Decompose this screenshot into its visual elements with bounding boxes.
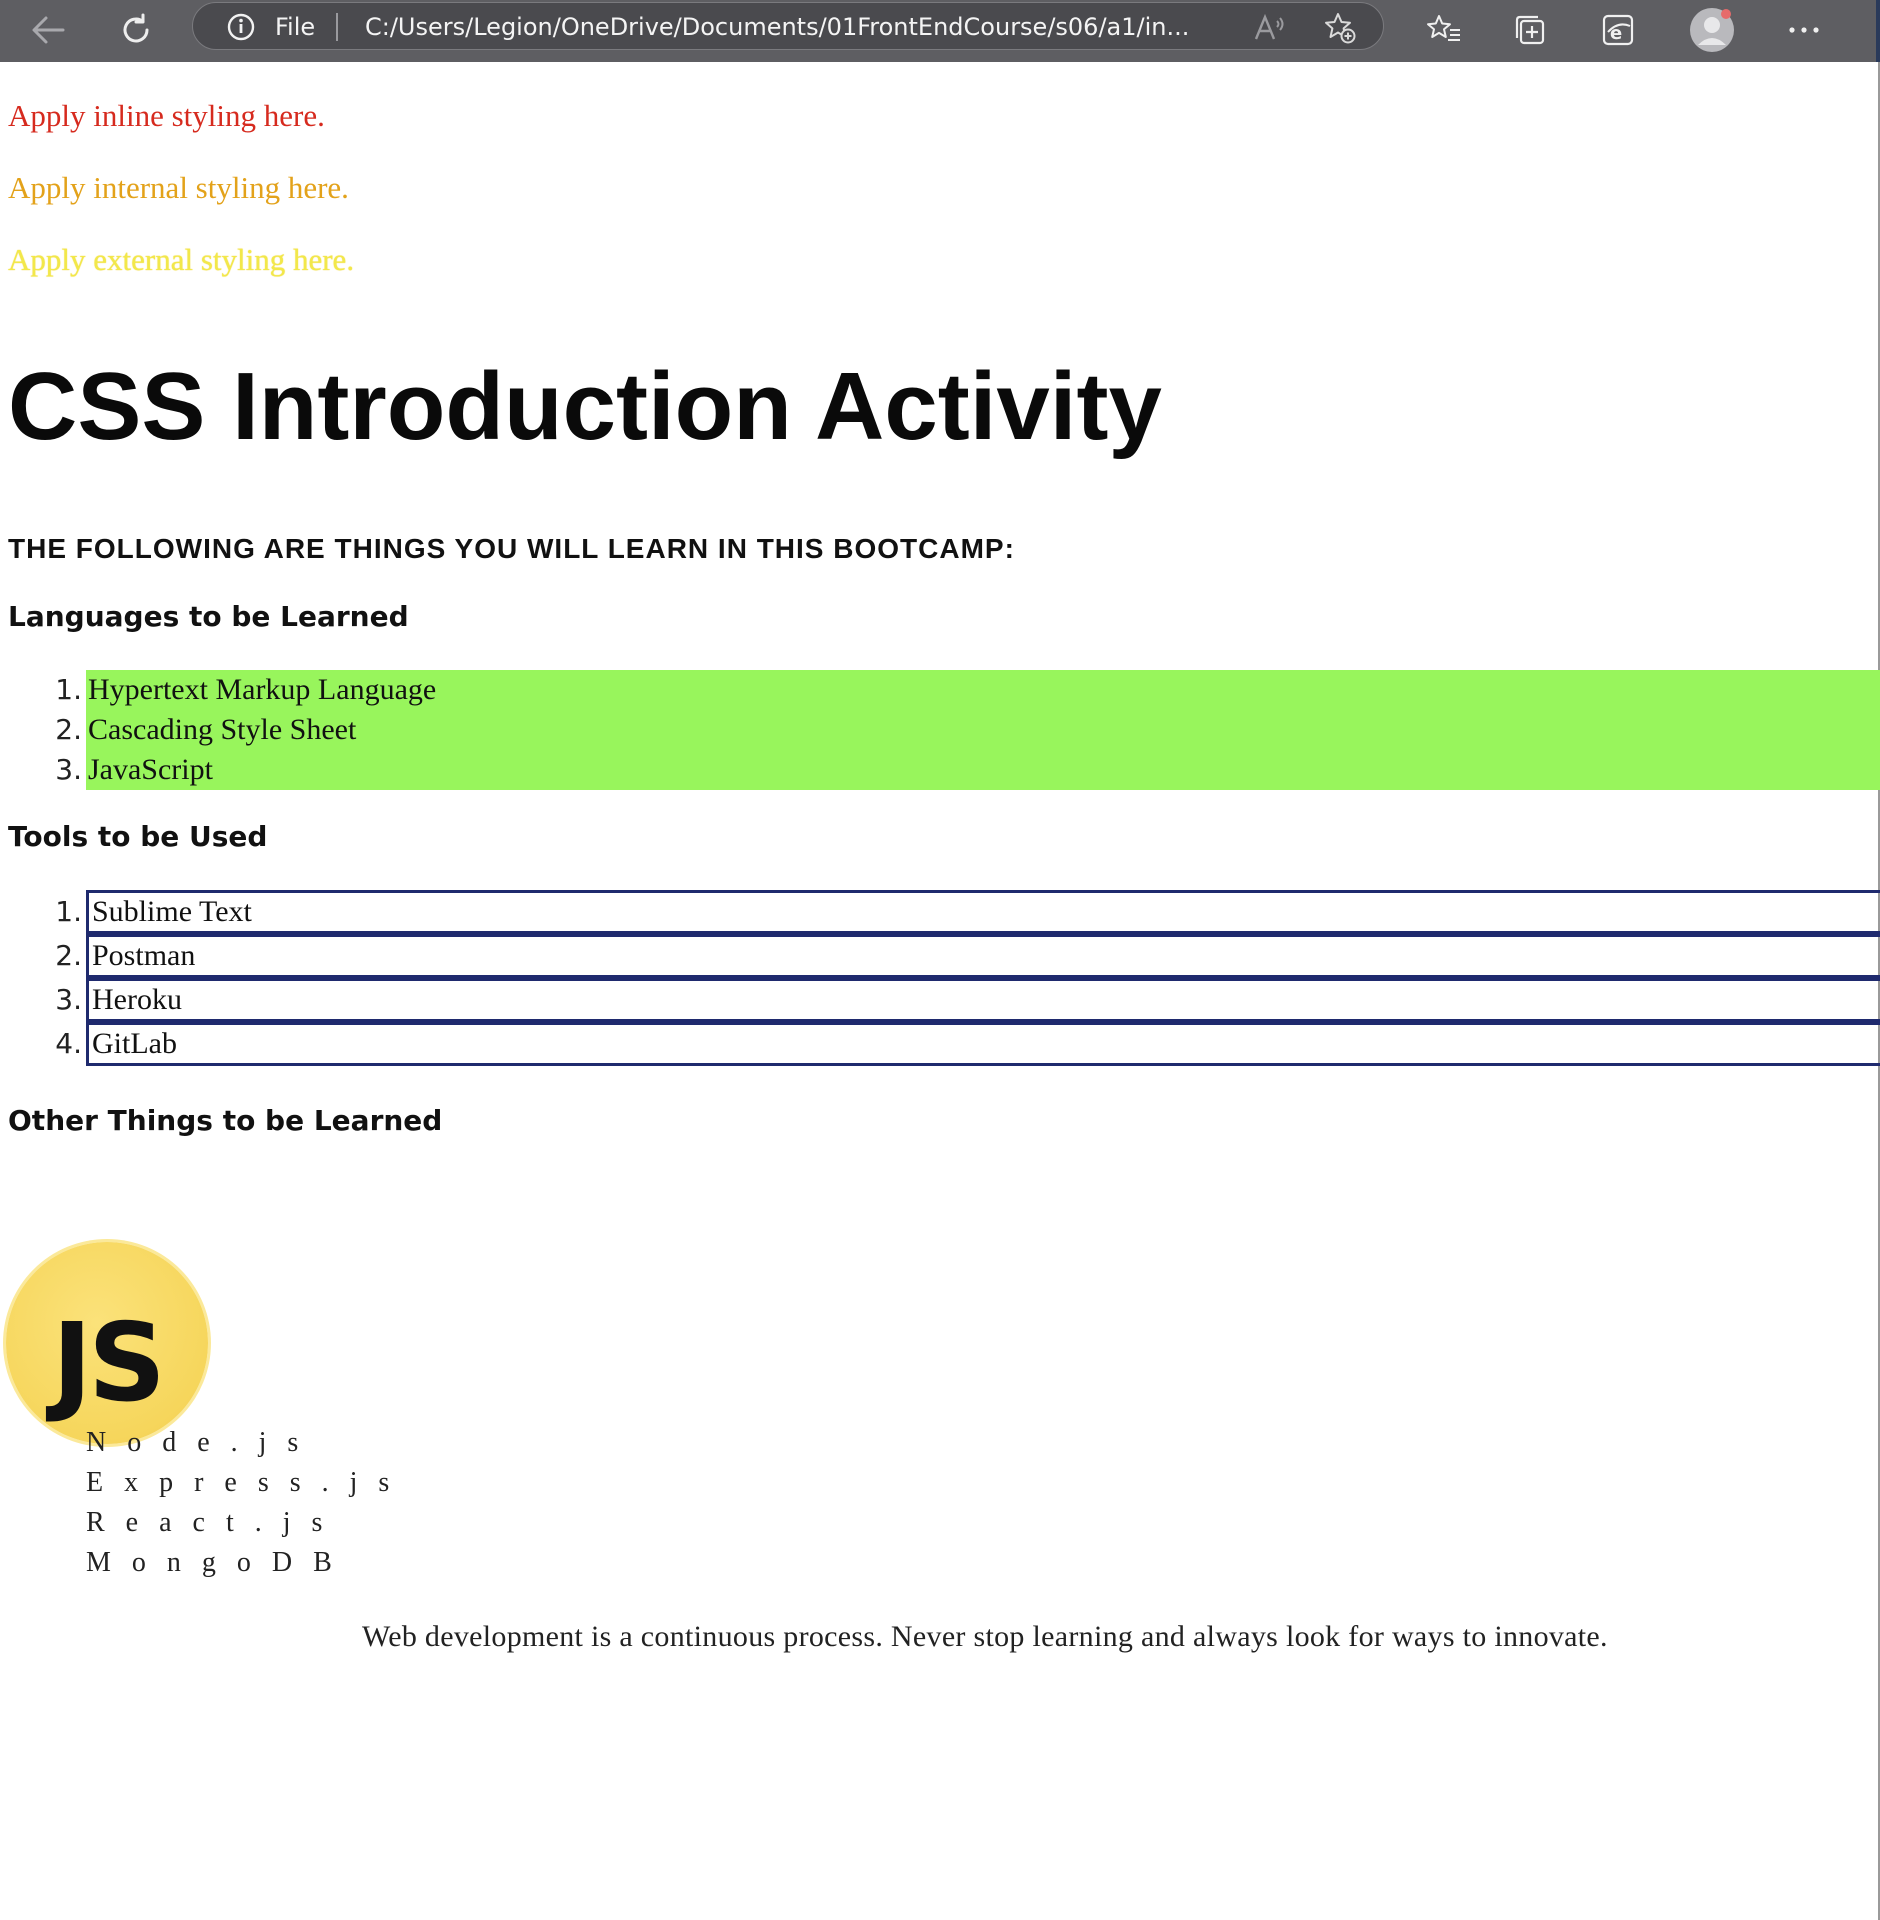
list-number: 2. xyxy=(55,713,82,746)
url-scheme-label: File xyxy=(275,13,316,41)
page-subtitle: THE FOLLOWING ARE THINGS YOU WILL LEARN … xyxy=(8,533,1015,564)
list-number: 2. xyxy=(55,939,82,972)
tool-item-sublime-text: Sublime Text xyxy=(86,890,1880,934)
other-item-reactjs: React.js xyxy=(86,1507,344,1538)
arrow-left-icon xyxy=(31,15,65,45)
list-number: 3. xyxy=(55,753,82,786)
add-favorite-icon[interactable] xyxy=(1323,11,1357,45)
favorites-button[interactable] xyxy=(1420,6,1468,54)
languages-heading: Languages to be Learned xyxy=(8,600,409,633)
language-item-css: Cascading Style Sheet xyxy=(88,713,357,746)
collections-button[interactable] xyxy=(1506,6,1554,54)
refresh-button[interactable] xyxy=(112,6,160,54)
language-item-html: Hypertext Markup Language xyxy=(88,673,437,706)
external-styling-text: Apply external styling here. xyxy=(8,242,355,277)
refresh-icon xyxy=(118,12,154,48)
other-item-expressjs: Express.js xyxy=(86,1467,411,1498)
favorites-icon xyxy=(1426,13,1462,47)
profile-avatar-icon xyxy=(1689,7,1735,53)
inline-styling-text: Apply inline styling here. xyxy=(8,98,325,133)
tool-item-heroku: Heroku xyxy=(86,978,1880,1022)
list-number: 3. xyxy=(55,983,82,1016)
page-title: CSS Introduction Activity xyxy=(8,353,1162,460)
more-options-icon xyxy=(1787,25,1821,35)
window-edge xyxy=(1876,0,1880,62)
ie-mode-button[interactable]: e xyxy=(1594,6,1642,54)
other-heading: Other Things to be Learned xyxy=(8,1104,443,1137)
list-number: 1. xyxy=(55,673,82,706)
internal-styling-text: Apply internal styling here. xyxy=(8,170,349,205)
address-divider xyxy=(336,13,338,41)
page-content: Apply inline styling here. Apply interna… xyxy=(0,62,1880,1920)
other-item-nodejs: Node.js xyxy=(86,1427,320,1458)
read-aloud-icon[interactable] xyxy=(1253,11,1287,45)
tool-item-gitlab: GitLab xyxy=(86,1022,1880,1066)
browser-toolbar: File C:/Users/Legion/OneDrive/Documents/… xyxy=(0,0,1880,62)
list-number: 1. xyxy=(55,895,82,928)
ie-mode-icon: e xyxy=(1600,12,1636,48)
javascript-logo-text: JS xyxy=(52,1301,166,1426)
info-icon[interactable] xyxy=(227,13,255,41)
list-number: 4. xyxy=(55,1027,82,1060)
address-bar[interactable]: File C:/Users/Legion/OneDrive/Documents/… xyxy=(192,2,1384,50)
other-item-mongodb: MongoDB xyxy=(86,1547,353,1578)
tool-item-postman: Postman xyxy=(86,934,1880,978)
tools-heading: Tools to be Used xyxy=(8,820,268,853)
url-text[interactable]: C:/Users/Legion/OneDrive/Documents/01Fro… xyxy=(365,13,1235,41)
collections-icon xyxy=(1512,12,1548,48)
profile-button[interactable] xyxy=(1688,6,1736,54)
footer-quote: Web development is a continuous process.… xyxy=(362,1620,1608,1653)
more-options-button[interactable] xyxy=(1780,6,1828,54)
language-item-javascript: JavaScript xyxy=(88,753,213,786)
back-button[interactable] xyxy=(24,6,72,54)
